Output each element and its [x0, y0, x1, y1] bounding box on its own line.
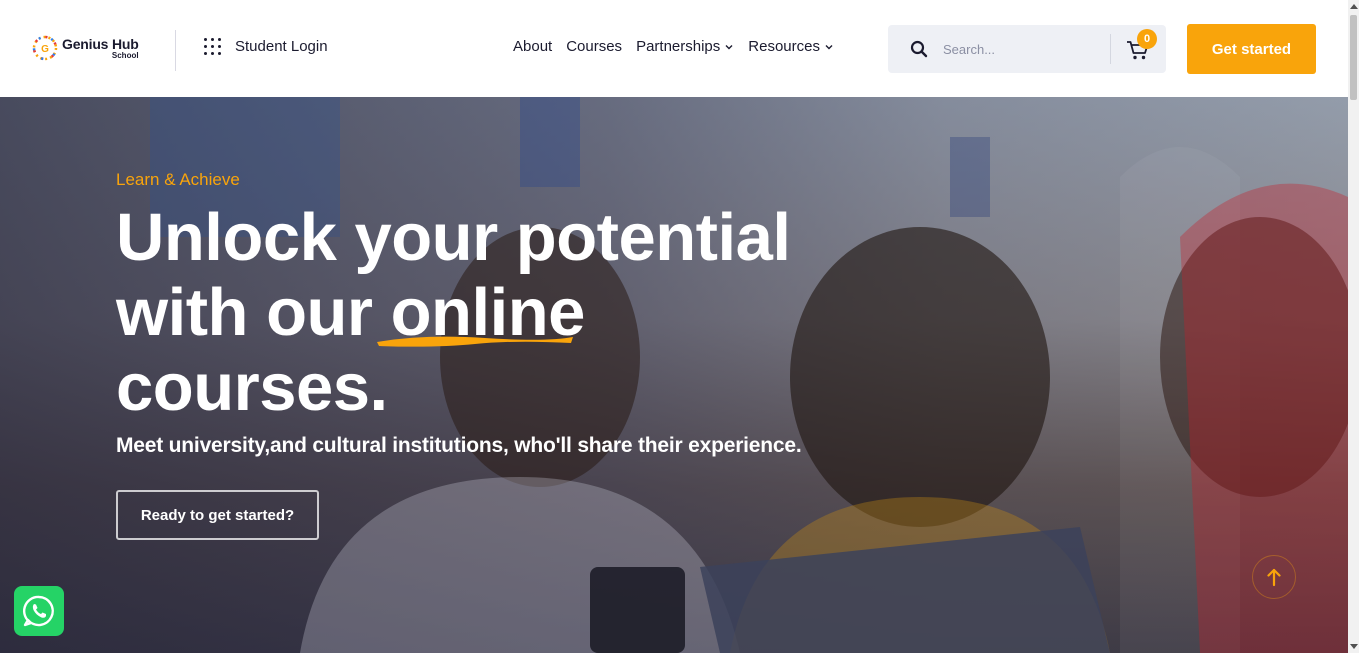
page-scrollbar[interactable] — [1348, 0, 1359, 653]
arrow-up-icon — [1267, 568, 1281, 587]
ready-to-get-started-button[interactable]: Ready to get started? — [116, 490, 319, 540]
logo-title: Genius Hub — [62, 35, 139, 52]
hero-subtext: Meet university,and cultural institution… — [116, 434, 802, 457]
site-header: G Genius Hub School Student Login About … — [0, 0, 1348, 97]
nav-item-about[interactable]: About — [513, 38, 552, 55]
nav-item-partnerships[interactable]: Partnerships — [636, 38, 734, 55]
scroll-to-top-button[interactable] — [1252, 555, 1296, 599]
whatsapp-icon — [23, 595, 54, 627]
student-login-link[interactable]: Student Login — [204, 38, 328, 55]
cart-count-badge: 0 — [1137, 29, 1157, 49]
headline-highlight-text: online — [390, 275, 586, 350]
student-login-label: Student Login — [235, 38, 328, 55]
nav-item-resources[interactable]: Resources — [748, 38, 834, 55]
scroll-up-arrow-icon[interactable] — [1350, 4, 1358, 9]
grid-icon — [204, 38, 221, 55]
search-divider — [1110, 34, 1111, 64]
chevron-down-icon — [725, 44, 733, 49]
header-divider — [175, 30, 176, 71]
search-icon[interactable] — [910, 40, 928, 58]
scroll-down-arrow-icon[interactable] — [1350, 644, 1358, 649]
nav-item-courses[interactable]: Courses — [566, 38, 622, 55]
logo-icon: G — [30, 33, 60, 63]
nav-item-label: About — [513, 38, 553, 55]
headline-text-end: courses. — [116, 350, 388, 425]
scrollbar-thumb[interactable] — [1350, 15, 1357, 100]
chevron-down-icon — [825, 44, 833, 49]
nav-item-label: Resources — [748, 38, 820, 55]
svg-text:G: G — [41, 44, 49, 55]
hero-headline: Unlock your potential with our online co… — [116, 200, 836, 425]
main-nav: About Courses Partnerships Resources — [513, 38, 848, 55]
logo[interactable]: G Genius Hub School — [30, 33, 139, 63]
hero-eyebrow: Learn & Achieve — [116, 170, 240, 189]
nav-item-label: Courses — [566, 38, 623, 55]
hero-section: Learn & Achieve Unlock your potential wi… — [0, 97, 1348, 653]
search-box: 0 — [888, 25, 1166, 73]
whatsapp-button[interactable] — [14, 586, 64, 636]
get-started-button[interactable]: Get started — [1187, 24, 1316, 74]
logo-subtitle: School — [111, 50, 139, 60]
search-input[interactable] — [943, 37, 1103, 61]
headline-highlight: online — [376, 275, 586, 350]
nav-item-label: Partnerships — [636, 38, 721, 55]
